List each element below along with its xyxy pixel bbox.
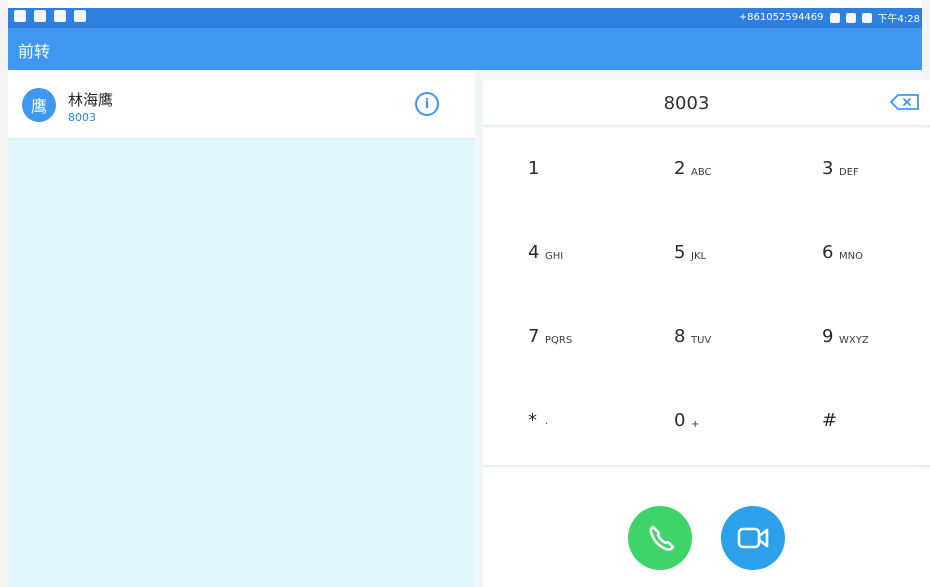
contact-name: 林海鹰 (68, 91, 114, 109)
contact-list-item[interactable]: 鹰 林海鹰 8003 i (8, 70, 475, 139)
key-letters: WXYZ (839, 335, 869, 346)
dial-display: 8003 (483, 80, 930, 126)
key-digit: 2 (674, 158, 686, 179)
page-title: 前转 (18, 42, 51, 61)
dialed-number: 8003 (663, 93, 710, 114)
backspace-icon[interactable] (890, 94, 920, 110)
key-2[interactable]: 2 ABC (629, 128, 769, 198)
key-digit: 9 (822, 326, 834, 347)
contact-list-panel: 鹰 林海鹰 8003 i (8, 70, 475, 587)
key-hash[interactable]: # (777, 380, 917, 450)
video-call-button[interactable] (721, 506, 785, 570)
screen-frame: +861052594469 下午4:28 前转 鹰 林海鹰 8003 i 800… (0, 0, 930, 587)
key-6[interactable]: 6 MNO (777, 212, 917, 282)
key-digit: 7 (528, 326, 540, 347)
status-icons-right: +861052594469 下午4:28 (739, 10, 920, 25)
call-actions (483, 468, 930, 587)
status-icons-left (14, 10, 86, 22)
left-border (0, 0, 8, 587)
network-icon (14, 10, 26, 22)
key-letters: PQRS (545, 335, 573, 346)
call-button[interactable] (628, 506, 692, 570)
key-0[interactable]: 0 + (629, 380, 769, 450)
app-bar: 前转 (8, 28, 922, 70)
key-7[interactable]: 7 PQRS (483, 296, 623, 366)
key-letters: JKL (691, 251, 707, 262)
key-8[interactable]: 8 TUV (629, 296, 769, 366)
key-letters: GHI (545, 251, 564, 262)
phone-status-icon (34, 10, 46, 22)
phone-icon (649, 525, 675, 551)
key-letters: + (691, 419, 700, 430)
key-letters: TUV (691, 335, 712, 346)
key-digit: 8 (674, 326, 686, 347)
avatar: 鹰 (22, 88, 56, 122)
key-letters: DEF (839, 167, 859, 178)
contact-number: 8003 (68, 111, 96, 124)
key-4[interactable]: 4 GHI (483, 212, 623, 282)
key-5[interactable]: 5 JKL (629, 212, 769, 282)
image-icon (74, 10, 86, 22)
key-1[interactable]: 1 (483, 128, 623, 198)
key-letters: · (545, 419, 549, 430)
bluetooth-icon (829, 12, 840, 23)
key-9[interactable]: 9 WXYZ (777, 296, 917, 366)
key-letters: ABC (691, 167, 712, 178)
key-digit: 0 (674, 410, 686, 431)
key-digit: 3 (822, 158, 834, 179)
dialer-panel: 8003 1 2 ABC 3 DEF 4 GHI 5 JKL 6 MNO 7 PQRS 8T… (475, 70, 930, 587)
key-letters: MNO (839, 251, 863, 262)
keypad: 1 2 ABC 3 DEF 4 GHI 5 JKL 6 MNO 7 PQRS 8 TUV 9W… (483, 128, 930, 466)
status-phone-number: +861052594469 (738, 12, 824, 23)
video-camera-icon (737, 527, 769, 549)
key-digit: 6 (822, 242, 834, 263)
battery-icon (861, 12, 872, 23)
key-digit: 4 (528, 242, 540, 263)
telephone-icon (54, 10, 66, 22)
status-bar: +861052594469 下午4:28 (8, 8, 922, 28)
key-digit: # (822, 410, 838, 431)
key-digit: * (528, 410, 537, 431)
key-digit: 5 (674, 242, 686, 263)
key-digit: 1 (528, 158, 540, 179)
status-time: 下午4:28 (877, 14, 920, 25)
info-icon[interactable]: i (415, 92, 439, 116)
key-star[interactable]: * · (483, 380, 623, 450)
key-3[interactable]: 3 DEF (777, 128, 917, 198)
signal-icon (845, 12, 856, 23)
